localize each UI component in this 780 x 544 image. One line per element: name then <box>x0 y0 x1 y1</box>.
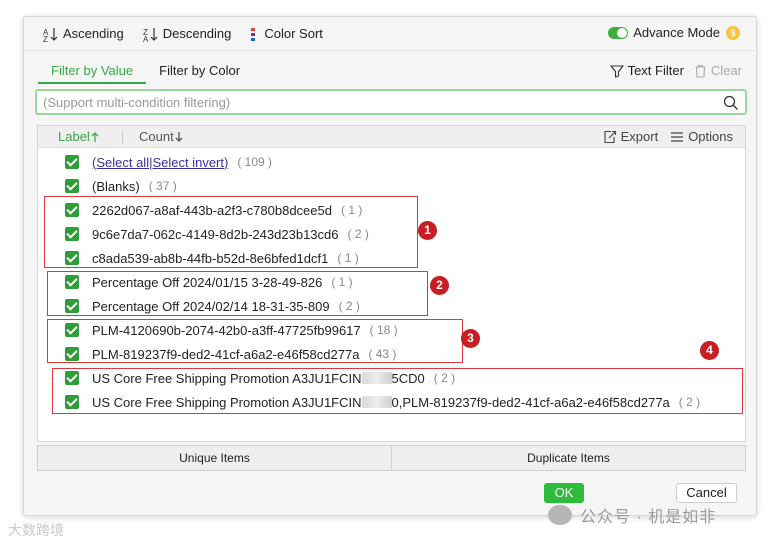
filter-tabs: Filter by Value Filter by Color <box>38 63 253 84</box>
annotation-badge-2: 2 <box>430 276 449 295</box>
color-sort-button[interactable]: Color Sort <box>249 26 323 42</box>
coin-icon: $ <box>726 25 740 40</box>
trash-icon <box>695 64 706 78</box>
advance-mode-label: Advance Mode <box>633 25 720 40</box>
clear-label: Clear <box>710 63 742 78</box>
sort-descending-icon: Z A <box>143 27 158 42</box>
annotation-badge-3: 3 <box>461 329 480 348</box>
cancel-button[interactable]: Cancel <box>676 483 737 503</box>
select-all-link[interactable]: (Select all <box>92 155 149 170</box>
count-sort-header[interactable]: Count <box>139 129 184 144</box>
svg-text:A: A <box>143 35 149 42</box>
annotation-box-1 <box>44 196 418 268</box>
options-button[interactable]: Options <box>670 129 733 144</box>
annotation-badge-4: 4 <box>700 341 719 360</box>
sort-ascending-icon: A Z <box>43 27 58 42</box>
annotation-box-2 <box>47 271 428 316</box>
color-sort-icon <box>251 27 256 41</box>
tab-filter-by-color[interactable]: Filter by Color <box>146 63 253 84</box>
clear-button[interactable]: Clear <box>694 63 742 78</box>
duplicate-items-tab[interactable]: Duplicate Items <box>391 446 745 470</box>
unique-items-tab[interactable]: Unique Items <box>38 446 391 470</box>
sort-toolbar: A Z Ascending Z A Descending Color Sort <box>24 17 756 51</box>
item-label: (Blanks) <box>92 178 140 194</box>
toggle-switch[interactable] <box>608 26 629 39</box>
wechat-icon <box>548 505 572 525</box>
descending-button[interactable]: Z A Descending <box>142 26 232 42</box>
ascending-label: Ascending <box>63 26 124 41</box>
arrow-down-icon <box>175 131 183 142</box>
watermark-left: 大数跨境 <box>8 520 64 540</box>
search-box <box>35 89 747 115</box>
list-item[interactable]: (Blanks) ( 37 ) <box>65 177 177 195</box>
search-icon[interactable] <box>723 95 739 111</box>
menu-icon <box>671 131 684 142</box>
tab-filter-by-value[interactable]: Filter by Value <box>38 63 147 84</box>
ok-button[interactable]: OK <box>544 483 584 503</box>
list-header-actions: Export Options <box>591 129 733 144</box>
watermark-right-text: 公众号 · 机是如非 <box>580 509 717 526</box>
color-sort-label: Color Sort <box>264 26 323 41</box>
funnel-icon <box>609 64 624 78</box>
bottom-tabs: Unique Items Duplicate Items <box>37 445 746 471</box>
text-filter-label: Text Filter <box>627 63 684 78</box>
item-count: ( 37 ) <box>148 179 177 193</box>
count-header-text: Count <box>139 129 174 144</box>
arrow-up-icon <box>91 131 99 142</box>
filter-tools: Text Filter Clear <box>600 63 742 78</box>
export-button[interactable]: Export <box>603 129 659 144</box>
label-header-text: Label <box>58 129 90 144</box>
svg-text:Z: Z <box>43 35 48 42</box>
item-count: ( 109 ) <box>237 155 273 169</box>
export-icon <box>604 130 616 143</box>
checkbox[interactable] <box>65 155 79 169</box>
list-header: Label Count Export Options <box>38 126 745 148</box>
annotation-badge-1: 1 <box>418 221 437 240</box>
watermark-right: 公众号 · 机是如非 <box>548 503 716 527</box>
watermark-left-text: 大数跨境 <box>8 522 64 538</box>
advance-mode-toggle[interactable]: Advance Mode $ <box>608 25 740 40</box>
search-input[interactable] <box>37 94 717 110</box>
export-label: Export <box>620 129 659 144</box>
list-item-select-all[interactable]: (Select all | Select invert) ( 109 ) <box>65 153 272 171</box>
checkbox[interactable] <box>65 179 79 193</box>
ascending-button[interactable]: A Z Ascending <box>42 26 124 42</box>
label-sort-header[interactable]: Label <box>58 129 100 144</box>
options-label: Options <box>688 129 733 144</box>
text-filter-button[interactable]: Text Filter <box>609 63 684 78</box>
select-invert-link[interactable]: Select invert) <box>152 155 228 170</box>
annotation-box-3 <box>47 319 463 363</box>
descending-label: Descending <box>162 26 232 41</box>
annotation-box-4 <box>52 368 743 414</box>
